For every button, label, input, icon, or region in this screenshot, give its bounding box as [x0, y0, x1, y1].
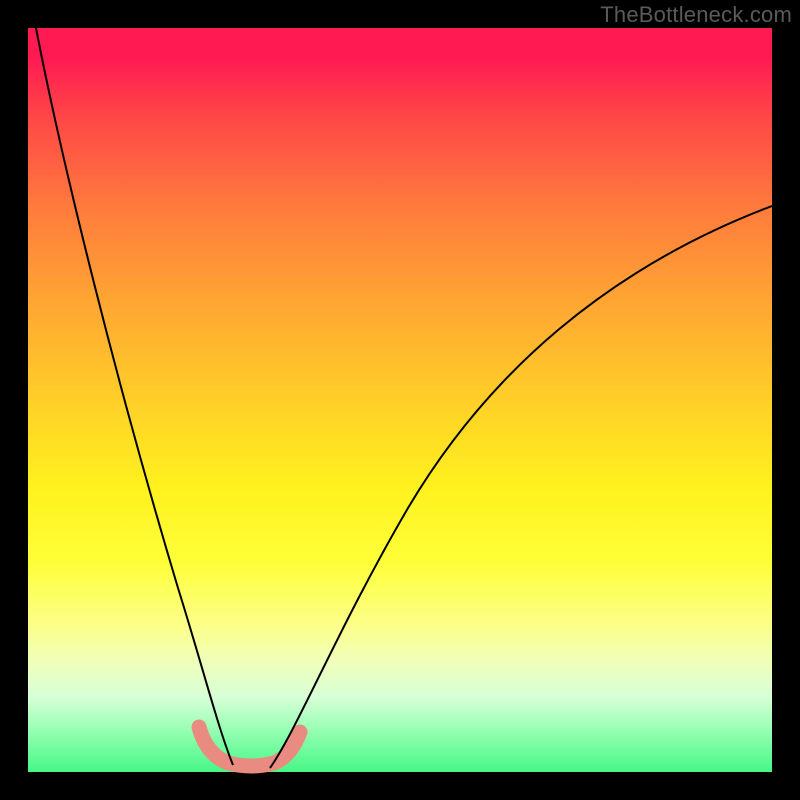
highlight-band — [199, 727, 300, 766]
curve-left — [36, 28, 233, 765]
chart-plot-area — [28, 28, 772, 772]
chart-svg — [28, 28, 772, 772]
curve-right — [270, 206, 772, 768]
watermark-text: TheBottleneck.com — [600, 2, 792, 28]
